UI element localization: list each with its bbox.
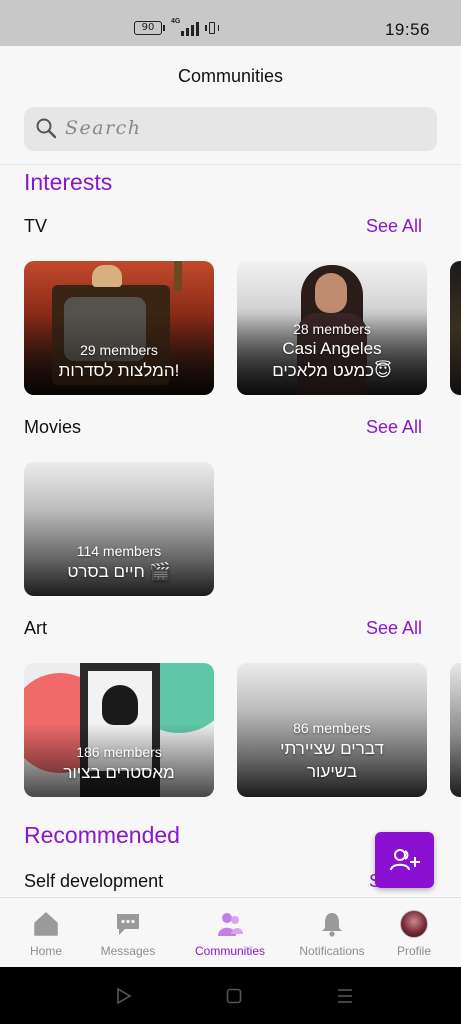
card-members: 29 members [80,342,158,358]
nav-messages[interactable]: Messages [94,898,162,968]
section-title-interests: Interests [24,169,113,195]
see-all-art-link[interactable]: See All [366,618,422,639]
section-title-recommended: Recommended [24,822,180,848]
avatar-wrapper [400,910,428,938]
category-title-movies: Movies [24,417,82,437]
nav-label-notifications: Notifications [299,944,365,958]
home-square-icon[interactable] [226,988,242,1004]
card-name: Casi Angeles [282,339,382,358]
community-card[interactable]: 186 members מאסטרים בציור [24,663,214,797]
community-card[interactable]: 86 members דברים שציירתי בשיעור [237,663,427,797]
communities-list[interactable]: Interests TV See All 29 members המלצות ל… [0,165,461,897]
signal-icon: 4G [171,18,199,36]
search-icon [36,118,57,139]
card-name: דברים שציירתי [280,739,384,758]
battery-level: 90 [134,21,162,35]
community-card-partial[interactable] [450,663,461,797]
status-time: 19:56 [384,20,430,39]
see-all-movies-link[interactable]: See All [366,417,422,438]
nav-label-profile: Profile [396,944,431,958]
card-name: חיים בסרט 🎬 [67,562,171,581]
nav-label-messages: Messages [100,944,156,958]
bottom-nav: Home Messages Communities Notifications … [0,897,461,967]
bell-icon [322,913,342,937]
nav-home[interactable]: Home [16,898,76,968]
system-nav-bar [0,967,461,1024]
nav-notifications[interactable]: Notifications [292,898,372,968]
status-bar: 90 4G 19:56 [0,0,461,46]
community-card[interactable]: 29 members המלצות לסדרות! [24,261,214,395]
recents-menu-icon[interactable] [336,987,354,1005]
back-triangle-icon[interactable] [114,987,134,1005]
community-card[interactable]: 114 members חיים בסרט 🎬 [24,462,214,596]
status-icons: 90 4G [134,18,219,36]
app-screen: 90 4G 19:56 Communities Search Interests… [0,0,461,1024]
battery-icon: 90 [134,21,165,35]
search-bar[interactable]: Search [24,107,437,151]
nav-label-home: Home [29,944,62,958]
card-members: 28 members [293,321,371,337]
see-all-tv-link[interactable]: See All [366,216,422,237]
card-name-line2: כמעט מלאכים😇 [272,361,392,380]
card-name: המלצות לסדרות! [58,361,180,380]
page-title: Communities [177,66,284,86]
community-card[interactable]: 28 members Casi Angeles כמעט מלאכים😇 [237,261,427,395]
communities-icon [218,913,243,936]
search-input[interactable]: Search [65,117,142,139]
card-members: 86 members [293,720,371,736]
avatar [400,910,428,938]
card-name: מאסטרים בציור [63,763,175,782]
add-group-icon [389,849,420,871]
home-icon [34,912,58,936]
card-members: 186 members [76,744,162,760]
card-name-line2: בשיעור [306,762,358,781]
nav-label-communities: Communities [194,944,266,958]
category-title-tv: TV [24,216,48,236]
messages-icon [117,914,139,935]
vibrate-icon [205,20,219,36]
nav-profile[interactable]: Profile [389,898,439,968]
network-type: 4G [171,18,181,25]
community-card-partial[interactable] [450,261,461,395]
nav-communities[interactable]: Communities [190,898,270,968]
category-title-self-development: Self development [24,871,164,891]
card-members: 114 members [76,543,162,559]
create-community-button[interactable] [375,832,434,888]
category-title-art: Art [24,618,48,638]
